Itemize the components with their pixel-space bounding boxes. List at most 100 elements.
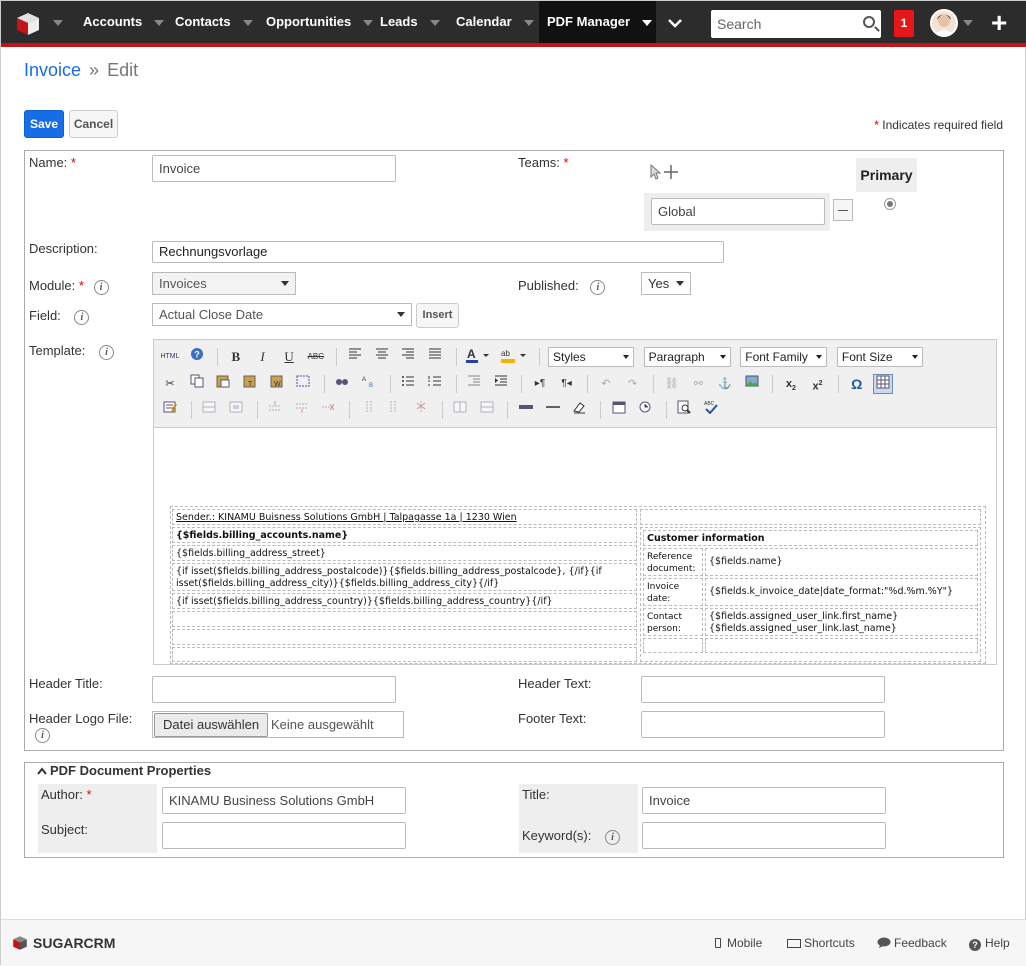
html-source-icon[interactable]: HTML [160, 347, 180, 367]
remove-format-icon[interactable] [569, 400, 589, 420]
insert-time-icon[interactable] [635, 400, 655, 420]
unlink-icon[interactable]: ⚯ [688, 374, 708, 394]
left-empty-cell[interactable] [172, 647, 637, 662]
italic-icon[interactable]: I [253, 347, 273, 367]
sugarcrm-brand[interactable]: SUGARCRM [33, 935, 115, 951]
info-value-cell[interactable]: {$fields.name} [705, 548, 978, 576]
shortcuts-link[interactable]: Shortcuts [787, 936, 855, 950]
user-menu-chevron-down-icon[interactable] [963, 20, 973, 26]
published-info-icon[interactable]: i [590, 280, 606, 295]
search-icon[interactable] [863, 16, 875, 28]
cut-icon[interactable]: ✂ [160, 374, 180, 394]
info-empty-cell[interactable] [643, 638, 703, 653]
font-family-dropdown[interactable]: Font Family [740, 347, 828, 367]
field-info-icon[interactable]: i [74, 310, 90, 325]
merge-table-cells-icon[interactable] [477, 400, 497, 420]
insert-field-button[interactable]: Insert [416, 303, 459, 328]
insert-row-after-icon[interactable] [292, 400, 312, 420]
insert-row-before-icon[interactable] [265, 400, 285, 420]
team-input[interactable]: Global [651, 198, 825, 225]
replace-icon[interactable]: AB [359, 374, 379, 394]
align-right-icon[interactable] [398, 347, 418, 367]
help-link[interactable]: ? Help [969, 936, 1010, 951]
feedback-link[interactable]: Feedback [877, 936, 947, 950]
undo-icon[interactable]: ↶ [596, 374, 616, 394]
delete-row-icon[interactable] [318, 400, 338, 420]
left-line-3[interactable]: {if isset($fields.billing_address_postal… [172, 563, 637, 591]
superscript-icon[interactable]: x2 [808, 374, 828, 394]
chevron-down-icon[interactable] [363, 19, 374, 26]
delete-column-icon[interactable] [411, 400, 431, 420]
row-properties-icon[interactable] [160, 400, 180, 420]
insert-column-after-icon[interactable] [384, 400, 404, 420]
align-justify-icon[interactable] [425, 347, 445, 367]
indent-icon[interactable] [491, 374, 511, 394]
info-value-cell[interactable]: {$fields.assigned_user_link.first_name} … [705, 608, 978, 636]
nav-accounts[interactable]: Accounts [83, 1, 165, 43]
cell-properties-icon[interactable] [199, 400, 219, 420]
background-color-icon[interactable]: ab [499, 347, 529, 367]
text-color-icon[interactable]: A [464, 347, 492, 367]
choose-file-button[interactable]: Datei auswählen [154, 713, 269, 737]
chevron-down-icon[interactable] [429, 19, 440, 26]
redo-icon[interactable]: ↷ [623, 374, 643, 394]
insert-column-before-icon[interactable] [358, 400, 378, 420]
template-info-icon[interactable]: i [99, 345, 114, 360]
left-line-4[interactable]: {if isset($fields.billing_address_countr… [172, 593, 637, 609]
anchor-icon[interactable]: ⚓ [715, 374, 735, 394]
link-icon[interactable]: ⛓ [662, 374, 682, 394]
empty-right-cell[interactable] [640, 509, 981, 525]
info-label-cell[interactable]: Reference document: [643, 548, 703, 576]
rtl-icon[interactable]: ¶◂ [557, 374, 577, 394]
module-select[interactable]: Invoices [152, 272, 296, 295]
name-input[interactable]: Invoice [152, 155, 396, 182]
description-textarea[interactable]: Rechnungsvorlage [152, 241, 724, 263]
subject-input[interactable] [162, 822, 406, 849]
insert-date-icon[interactable] [609, 400, 629, 420]
numbered-list-icon[interactable] [425, 374, 445, 394]
paste-icon[interactable] [213, 374, 233, 394]
nav-pdf-manager[interactable]: PDF Manager [539, 1, 656, 43]
module-info-icon[interactable]: i [93, 280, 109, 295]
spellcheck-icon[interactable]: ABC [701, 400, 721, 420]
special-character-icon[interactable]: Ω [847, 374, 867, 394]
left-line-2[interactable]: {$fields.billing_address_street} [172, 545, 637, 561]
notifications-badge[interactable]: 1 [894, 10, 914, 37]
primary-team-radio[interactable] [884, 198, 896, 210]
find-icon[interactable] [332, 374, 352, 394]
styles-dropdown[interactable]: Styles [548, 347, 634, 367]
header-title-input[interactable] [152, 676, 396, 703]
nav-leads[interactable]: Leads [380, 1, 440, 43]
select-all-icon[interactable] [293, 374, 313, 394]
field-select[interactable]: Actual Close Date [152, 303, 412, 326]
strikethrough-icon[interactable]: ABC [306, 347, 326, 367]
preview-icon[interactable] [674, 400, 694, 420]
left-empty-cell[interactable] [172, 611, 637, 627]
logo-menu-chevron-down-icon[interactable] [53, 20, 63, 26]
footer-text-input[interactable] [641, 711, 885, 738]
table-icon[interactable] [873, 374, 894, 394]
pdf-properties-toggle[interactable]: PDF Document Properties [37, 763, 211, 778]
published-select[interactable]: Yes [641, 272, 691, 295]
horizontal-rule-style-icon[interactable] [516, 400, 536, 420]
user-avatar[interactable] [930, 9, 958, 37]
template-editor[interactable]: HTML ? B I U ABC A ab Styles Paragraph F… [153, 339, 997, 665]
bold-icon[interactable]: B [226, 347, 246, 367]
font-size-dropdown[interactable]: Font Size [836, 347, 923, 367]
info-empty-cell[interactable] [705, 638, 978, 653]
paste-text-icon[interactable]: T [240, 374, 260, 394]
align-left-icon[interactable] [345, 347, 365, 367]
chevron-down-icon[interactable] [242, 19, 253, 26]
ltr-icon[interactable]: ▸¶ [530, 374, 550, 394]
breadcrumb-module-link[interactable]: Invoice [24, 60, 81, 80]
header-logo-info-icon[interactable]: i [35, 728, 50, 743]
horizontal-rule-icon[interactable] [543, 400, 563, 420]
sender-cell[interactable]: Sender.: KINAMU Buisness Solutions GmbH … [172, 509, 637, 525]
merge-cells-icon[interactable] [226, 400, 246, 420]
align-center-icon[interactable] [372, 347, 392, 367]
save-button[interactable]: Save [24, 110, 64, 138]
bullet-list-icon[interactable] [398, 374, 418, 394]
copy-icon[interactable] [187, 374, 207, 394]
team-add-plus-icon[interactable] [663, 162, 679, 182]
outdent-icon[interactable] [464, 374, 484, 394]
